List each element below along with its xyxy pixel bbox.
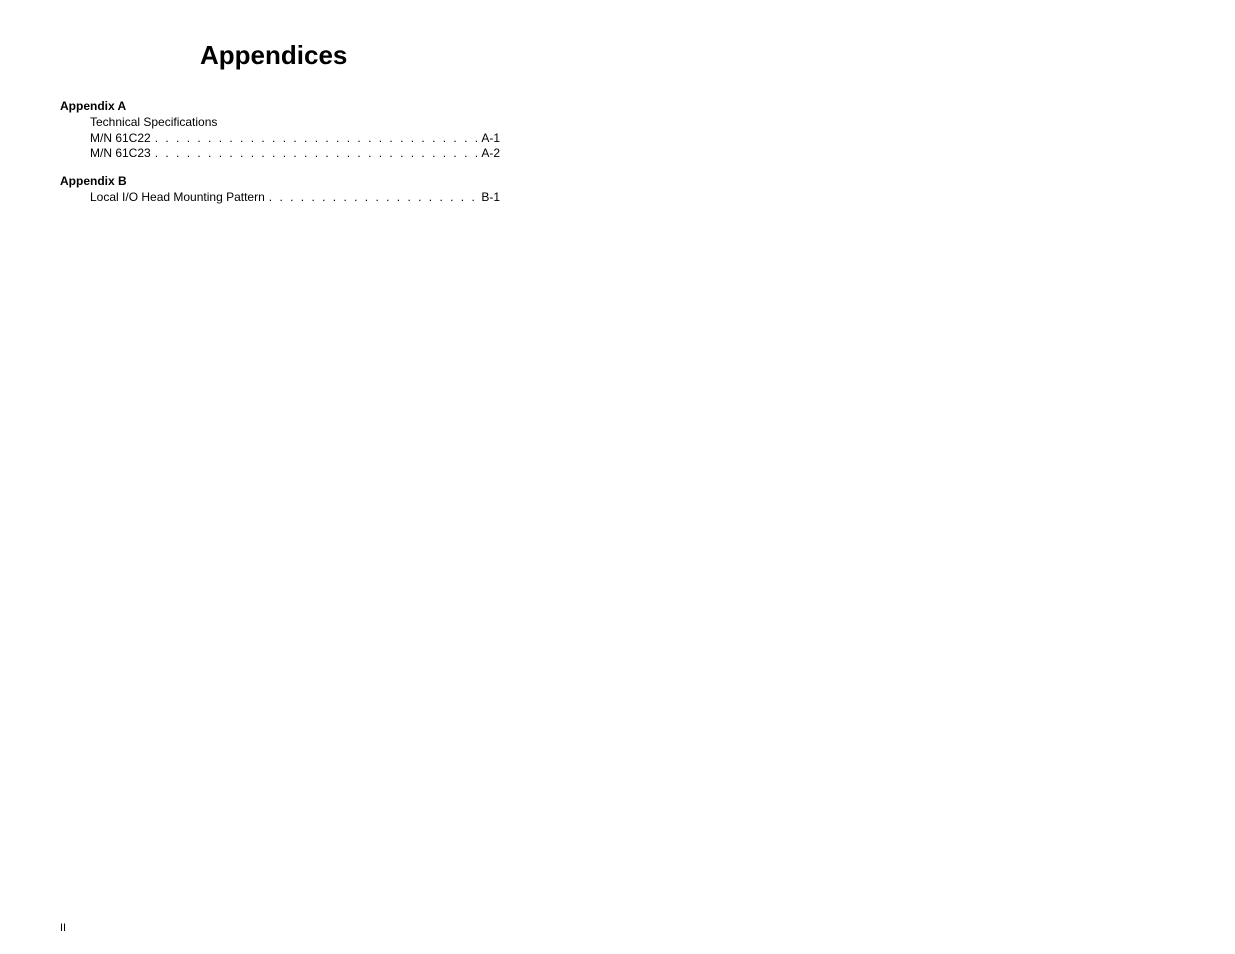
appendix-b-heading: Appendix B [60, 174, 500, 188]
toc-line: M/N 61C23 A-2 [90, 146, 500, 160]
toc-page: A-1 [481, 131, 500, 145]
toc-dots [155, 146, 478, 160]
toc-page: A-2 [481, 146, 500, 160]
toc-page: B-1 [481, 190, 500, 204]
toc-label: M/N 61C23 [90, 146, 151, 160]
toc-line: Local I/O Head Mounting Pattern B-1 [90, 190, 500, 204]
toc-dots [269, 190, 478, 204]
toc-label: M/N 61C22 [90, 131, 151, 145]
page-number: II [60, 922, 66, 934]
toc-dots [155, 131, 478, 145]
toc-label: Local I/O Head Mounting Pattern [90, 190, 265, 204]
page-title: Appendices [200, 40, 500, 71]
appendix-b-section: Appendix B Local I/O Head Mounting Patte… [60, 174, 500, 204]
appendix-a-heading: Appendix A [60, 99, 500, 113]
toc-line: M/N 61C22 A-1 [90, 131, 500, 145]
appendix-a-subheading: Technical Specifications [90, 115, 500, 129]
page-content: Appendices Appendix A Technical Specific… [0, 0, 560, 238]
appendix-a-section: Appendix A Technical Specifications M/N … [60, 99, 500, 160]
